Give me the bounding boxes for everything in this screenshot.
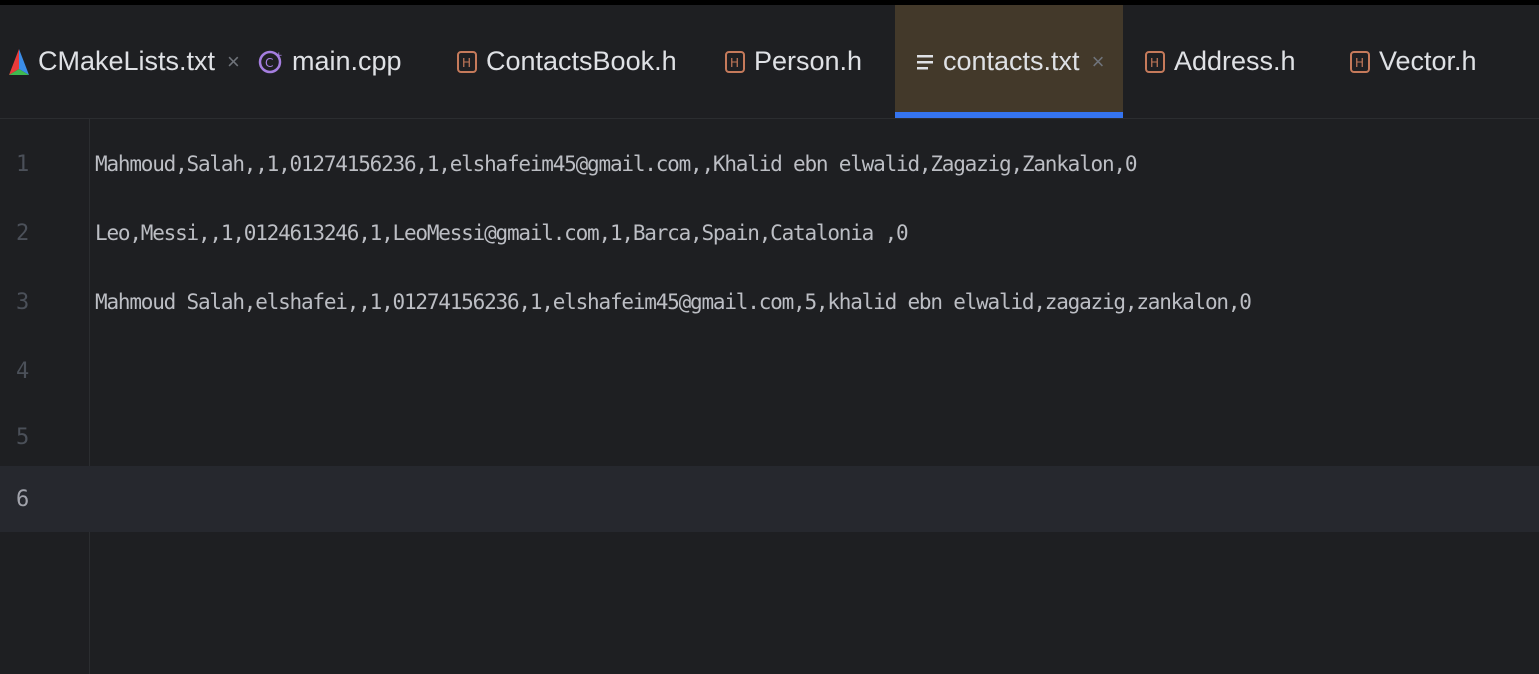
header-file-icon: H xyxy=(1144,50,1166,74)
tab-vector-h[interactable]: H Vector.h xyxy=(1349,5,1509,118)
svg-text:H: H xyxy=(730,56,739,70)
tab-address-h[interactable]: H Address.h xyxy=(1144,5,1314,118)
line-number: 3 xyxy=(16,289,30,315)
cpp-file-icon: C + xyxy=(258,48,284,76)
ide-window: CMakeLists.txt × C + main.cpp H Contacts… xyxy=(0,5,1539,674)
header-file-icon: H xyxy=(1349,50,1371,74)
line-text[interactable]: Mahmoud Salah,elshafei,,1,01274156236,1,… xyxy=(95,290,1252,314)
tab-label: main.cpp xyxy=(292,46,402,76)
tab-cmakelists[interactable]: CMakeLists.txt × xyxy=(0,5,240,118)
svg-text:H: H xyxy=(1355,56,1364,70)
tab-label: ContactsBook.h xyxy=(486,46,677,76)
close-icon[interactable]: × xyxy=(227,49,240,75)
editor-line[interactable]: 3 Mahmoud Salah,elshafei,,1,01274156236,… xyxy=(0,269,1539,335)
line-text[interactable]: Leo,Messi,,1,0124613246,1,LeoMessi@gmail… xyxy=(95,221,909,245)
editor-line[interactable]: 2 Leo,Messi,,1,0124613246,1,LeoMessi@gma… xyxy=(0,200,1539,266)
editor-line[interactable]: 5 xyxy=(0,404,1539,470)
tab-label: Person.h xyxy=(754,46,863,76)
line-number: 1 xyxy=(16,151,30,177)
tab-label: Address.h xyxy=(1174,46,1296,76)
tab-person-h[interactable]: H Person.h xyxy=(724,5,884,118)
svg-text:H: H xyxy=(1150,56,1159,70)
svg-text:+: + xyxy=(275,51,283,61)
tab-contacts-txt[interactable]: contacts.txt × xyxy=(895,5,1123,118)
editor-line[interactable]: 1 Mahmoud,Salah,,1,01274156236,1,elshafe… xyxy=(0,131,1539,197)
editor-line[interactable]: 4 xyxy=(0,338,1539,404)
line-number: 5 xyxy=(16,424,30,450)
text-editor[interactable]: 1 Mahmoud,Salah,,1,01274156236,1,elshafe… xyxy=(0,119,1539,674)
close-icon[interactable]: × xyxy=(1092,49,1105,75)
tab-main-cpp[interactable]: C + main.cpp xyxy=(258,5,438,118)
text-file-icon xyxy=(915,51,935,73)
header-file-icon: H xyxy=(456,50,478,74)
cmake-icon xyxy=(8,47,30,77)
editor-line-current[interactable]: 6 xyxy=(0,466,1539,532)
line-text[interactable]: Mahmoud,Salah,,1,01274156236,1,elshafeim… xyxy=(95,152,1138,176)
svg-text:C: C xyxy=(265,56,273,70)
line-number: 4 xyxy=(16,358,30,384)
tab-contactsbook-h[interactable]: H ContactsBook.h xyxy=(456,5,696,118)
svg-text:H: H xyxy=(462,56,471,70)
tab-label: CMakeLists.txt xyxy=(38,46,216,76)
line-number: 6 xyxy=(16,486,30,512)
tab-label: contacts.txt xyxy=(943,46,1080,76)
line-number: 2 xyxy=(16,220,30,246)
editor-tab-bar: CMakeLists.txt × C + main.cpp H Contacts… xyxy=(0,5,1539,119)
tab-label: Vector.h xyxy=(1379,46,1477,76)
header-file-icon: H xyxy=(724,50,746,74)
